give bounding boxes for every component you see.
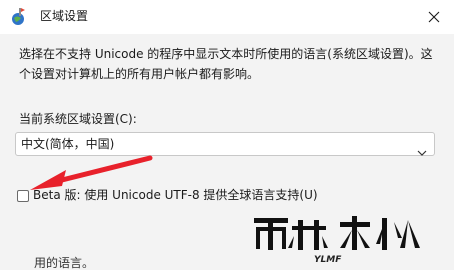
watermark-logo: YLMF: [248, 212, 448, 266]
partial-bottom-text: 用的语言。: [34, 256, 95, 270]
description-line-1: 选择在不支持 Unicode 的程序中显示文本时所使用的语言(系统区域设置)。这: [19, 47, 433, 61]
chevron-down-icon: [417, 141, 427, 160]
region-settings-dialog: 区域设置 选择在不支持 Unicode 的程序中显示文本时所使用的语言(系统区域…: [0, 0, 454, 270]
current-locale-label: 当前系统区域设置(C):: [19, 112, 137, 126]
title-bar: 区域设置: [0, 0, 454, 34]
watermark-brand-text: YLMF: [314, 255, 342, 265]
beta-utf8-checkbox[interactable]: [17, 190, 29, 202]
description-line-2: 个设置对计算机上的所有用户帐户都有影响。: [19, 67, 260, 81]
region-settings-icon: [10, 8, 26, 26]
system-locale-value: 中文(简体，中国): [21, 137, 115, 151]
close-icon: [428, 11, 440, 23]
window-title: 区域设置: [40, 9, 89, 23]
close-button[interactable]: [414, 0, 454, 34]
beta-utf8-label[interactable]: Beta 版: 使用 Unicode UTF-8 提供全球语言支持(U): [33, 188, 318, 202]
description-text: 选择在不支持 Unicode 的程序中显示文本时所使用的语言(系统区域设置)。这…: [19, 44, 444, 84]
system-locale-select[interactable]: 中文(简体，中国): [15, 132, 435, 156]
